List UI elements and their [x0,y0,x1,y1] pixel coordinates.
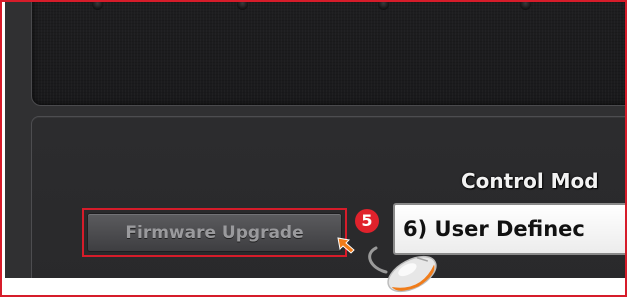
panel-rivet [520,2,531,10]
top-panel [31,2,625,106]
step-5-badge: 5 [355,209,379,233]
screenshot-frame: Control Mod Firmware Upgrade 5 6) User D… [0,0,627,297]
firmware-upgrade-button[interactable]: Firmware Upgrade [87,213,342,252]
control-mode-label: Control Mod [461,169,599,193]
arrow-cursor-icon [337,237,355,254]
firmware-upgrade-highlight: Firmware Upgrade [82,208,347,257]
panel-rivet [378,2,389,10]
panel-rivet [237,2,248,10]
panel-rivet [92,2,103,10]
mouse-icon [368,246,437,293]
